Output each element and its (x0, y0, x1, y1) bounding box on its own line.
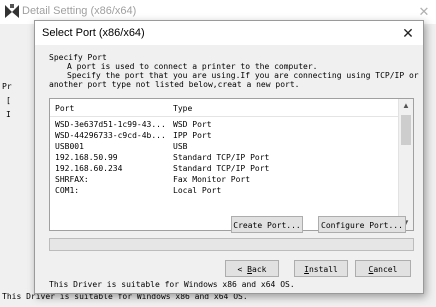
scroll-thumb[interactable] (401, 115, 411, 145)
header-divider (50, 116, 400, 117)
port-type: WSD Port (173, 120, 212, 129)
dialog-title: Select Port (x86/x64) (42, 27, 145, 39)
column-header-port[interactable]: Port (55, 104, 74, 113)
dialog-titlebar: Select Port (x86/x64) ✕ (35, 21, 423, 45)
background-window-title: Detail Setting (x86/x64) (22, 5, 137, 17)
port-type: IPP Port (173, 131, 212, 140)
intro-text: another port type not listed below,creat… (49, 80, 300, 89)
back-button[interactable]: < Back (225, 260, 279, 277)
port-list[interactable]: Port Type WSD-3e637d51-1c99-43... WSD Po… (49, 98, 414, 231)
port-name: 192.168.50.99 (55, 153, 118, 162)
background-fragment: Pr (2, 82, 12, 91)
background-fragment: I (6, 110, 11, 119)
port-name: USB001 (55, 142, 84, 151)
port-name: 192.168.60.234 (55, 164, 123, 173)
port-name: WSD-3e637d51-1c99-43... (55, 120, 166, 129)
back-prefix: < (237, 265, 248, 274)
cancel-button[interactable]: Cancel (355, 260, 411, 277)
port-row[interactable]: 192.168.60.234 Standard TCP/IP Port (50, 163, 400, 174)
install-label: nstall (308, 265, 338, 274)
select-port-dialog: Select Port (x86/x64) ✕ Specify Port A p… (34, 20, 424, 294)
intro-heading: Specify Port (49, 53, 107, 62)
port-type: Local Port (173, 186, 222, 195)
background-fragment: [ (6, 96, 11, 105)
intro-text: A port is used to connect a printer to t… (67, 62, 318, 71)
port-type: Standard TCP/IP Port (173, 164, 270, 173)
port-type: USB (173, 142, 188, 151)
port-type: Standard TCP/IP Port (173, 153, 270, 162)
port-row[interactable]: USB001 USB (50, 141, 400, 152)
background-close-icon[interactable]: ✕ (414, 3, 434, 21)
port-row[interactable]: COM1: Local Port (50, 185, 400, 196)
port-row[interactable]: WSD-44296733-c9cd-4b... IPP Port (50, 130, 400, 141)
port-name: COM1: (55, 186, 80, 195)
port-row[interactable]: 192.168.50.99 Standard TCP/IP Port (50, 152, 400, 163)
driver-note: This Driver is suitable for Windows x86 … (49, 280, 295, 289)
vertical-scrollbar[interactable]: ▲ ▼ (398, 99, 413, 230)
printer-app-icon (4, 3, 20, 19)
create-port-button[interactable]: Create Port... (231, 216, 303, 233)
close-icon[interactable]: ✕ (399, 24, 417, 42)
cancel-label: ancel (373, 265, 398, 274)
back-label: ack (252, 265, 267, 274)
configure-port-button[interactable]: Configure Port... (318, 216, 406, 233)
port-name: SHRFAX: (55, 175, 89, 184)
intro-text: Specify the port that you are using.If y… (67, 71, 419, 80)
chevron-up-icon[interactable]: ▲ (399, 99, 413, 113)
column-header-type[interactable]: Type (173, 104, 192, 113)
port-row[interactable]: SHRFAX: Fax Monitor Port (50, 174, 400, 185)
port-type: Fax Monitor Port (173, 175, 251, 184)
install-progress-bar (49, 238, 414, 251)
install-button[interactable]: Install (294, 260, 348, 277)
port-row[interactable]: WSD-3e637d51-1c99-43... WSD Port (50, 119, 400, 130)
port-name: WSD-44296733-c9cd-4b... (55, 131, 166, 140)
